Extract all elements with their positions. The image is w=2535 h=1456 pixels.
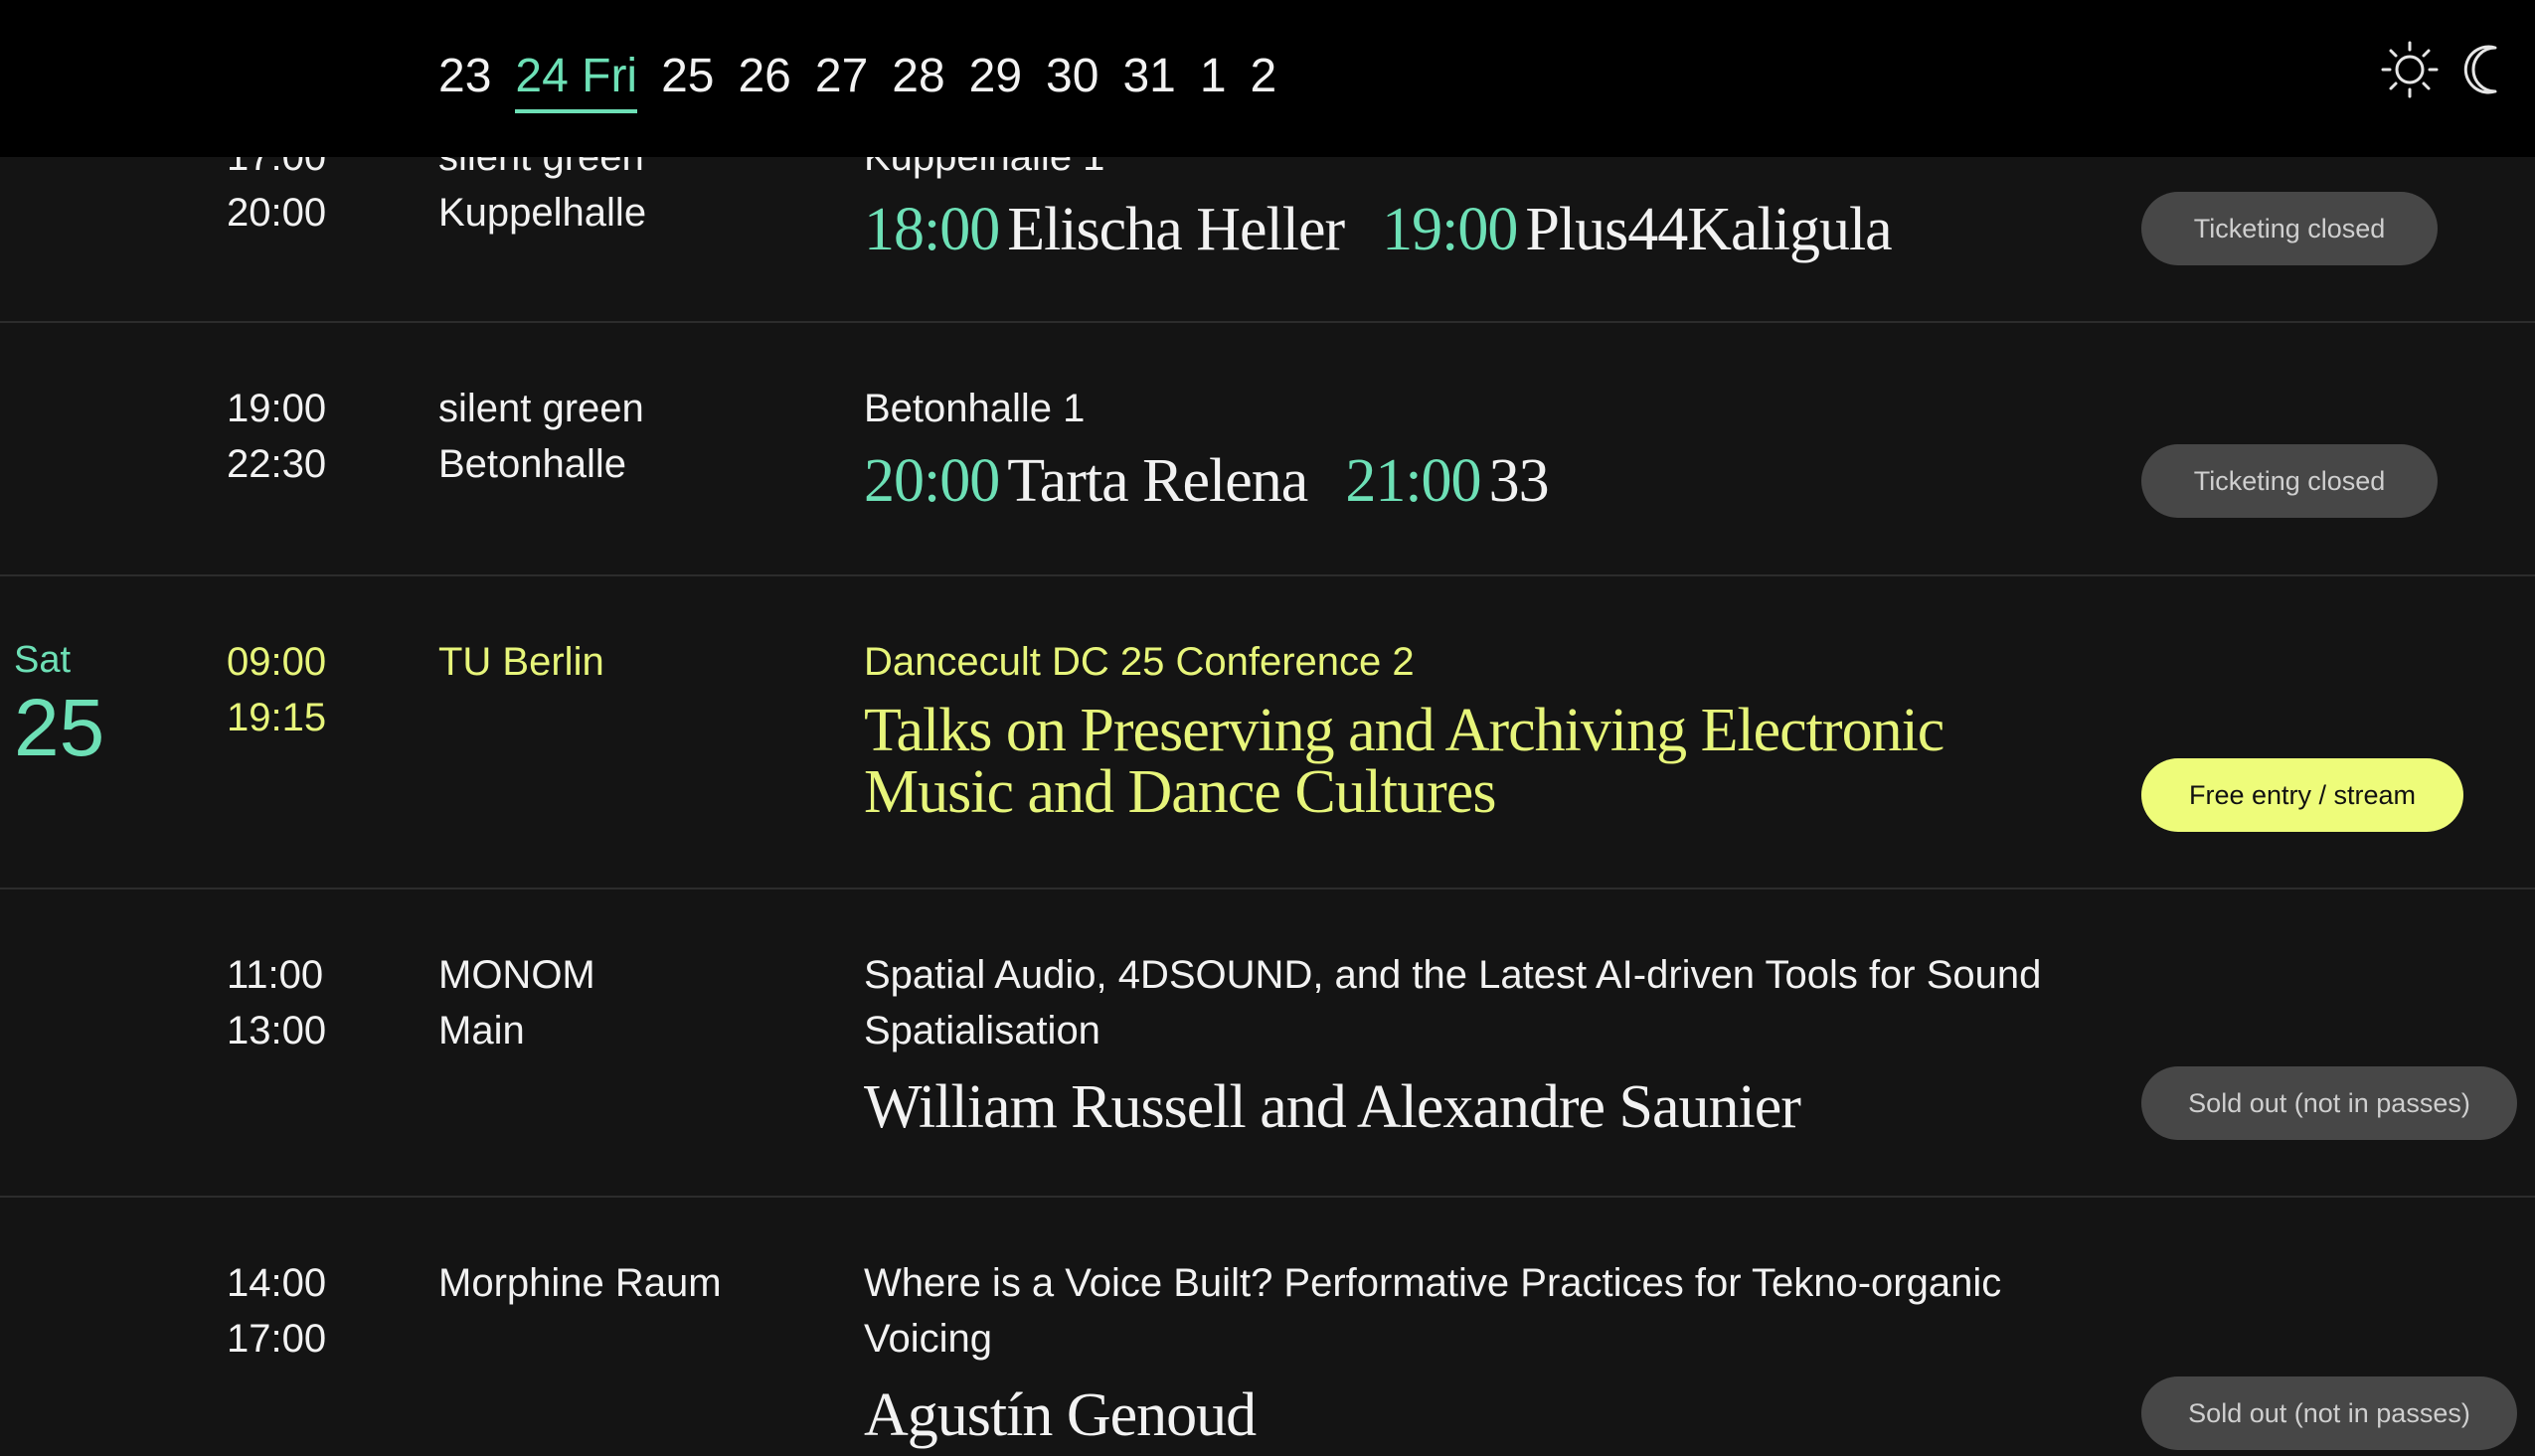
act-name: Tarta Relena — [1007, 447, 1308, 515]
event-subtitle: Spatial Audio, 4DSOUND, and the Latest A… — [864, 953, 2042, 1052]
act[interactable]: 21:00 33 — [1345, 446, 1550, 516]
event-details: Spatial Audio, 4DSOUND, and the Latest A… — [864, 947, 2087, 1138]
venue-room: Betonhalle — [438, 442, 627, 486]
venue-name: MONOM — [438, 953, 595, 997]
venue-name: silent green — [438, 387, 644, 430]
status-badge[interactable]: Ticketing closed — [2141, 444, 2438, 518]
day-marker: Sat 25 — [14, 636, 104, 773]
venue-room: Kuppelhalle — [438, 191, 647, 235]
act[interactable]: 18:00 Elischa Heller — [864, 195, 1345, 264]
status-badge[interactable]: Sold out (not in passes) — [2141, 1376, 2517, 1450]
event-title[interactable]: Agustín Genoud — [864, 1384, 2087, 1446]
date-30[interactable]: 30 — [1046, 46, 1098, 107]
end-time: 13:00 — [227, 1009, 327, 1052]
event-subtitle: Dancecult DC 25 Conference 2 — [864, 640, 1415, 684]
moon-icon — [2463, 45, 2497, 94]
event-time: 11:00 13:00 — [227, 947, 326, 1058]
event-time: 09:00 19:15 — [227, 634, 326, 745]
event-row[interactable]: Sat 25 09:00 19:15 TU Berlin Dancecult D… — [0, 576, 2535, 890]
date-1[interactable]: 1 — [1200, 46, 1227, 107]
event-subtitle: Where is a Voice Built? Performative Pra… — [864, 1261, 2002, 1361]
start-time: 19:00 — [227, 387, 327, 430]
status-badge[interactable]: Free entry / stream — [2141, 758, 2463, 832]
event-venue: Morphine Raum — [438, 1255, 816, 1311]
dark-mode-button[interactable] — [2457, 38, 2521, 101]
date-navigation-bar: 23 24 Fri 25 26 27 28 29 30 31 1 2 — [0, 0, 2535, 157]
end-time: 20:00 — [227, 191, 327, 235]
light-mode-button[interactable] — [2378, 38, 2442, 101]
event-details: Betonhalle 1 20:00 Tarta Relena 21:00 33 — [864, 381, 2087, 516]
venue-name: TU Berlin — [438, 640, 604, 684]
event-details: Where is a Voice Built? Performative Pra… — [864, 1255, 2087, 1446]
act-time: 18:00 — [864, 196, 1000, 263]
venue-room: Main — [438, 1009, 525, 1052]
event-venue: MONOM Main — [438, 947, 816, 1058]
date-25[interactable]: 25 — [661, 46, 714, 107]
act[interactable]: 19:00 Plus44Kaligula — [1382, 195, 1893, 264]
status-badge[interactable]: Ticketing closed — [2141, 192, 2438, 265]
date-23[interactable]: 23 — [438, 46, 491, 107]
event-subtitle: Betonhalle 1 — [864, 387, 1086, 430]
start-time: 09:00 — [227, 640, 327, 684]
date-24-selected[interactable]: 24 Fri — [515, 46, 638, 113]
sun-icon — [2381, 41, 2439, 98]
event-title[interactable]: William Russell and Alexandre Saunier — [864, 1076, 2087, 1138]
event-venue: silent green Betonhalle — [438, 381, 816, 492]
status-badge[interactable]: Sold out (not in passes) — [2141, 1066, 2517, 1140]
event-time: 19:00 22:30 — [227, 381, 326, 492]
act-name: Elischa Heller — [1007, 196, 1345, 263]
day-number: 25 — [14, 683, 105, 773]
act-name: 33 — [1488, 447, 1550, 515]
date-28[interactable]: 28 — [892, 46, 944, 107]
event-time: 14:00 17:00 — [227, 1255, 326, 1367]
start-time: 11:00 — [227, 953, 324, 997]
act-time: 19:00 — [1382, 196, 1518, 263]
date-27[interactable]: 27 — [815, 46, 868, 107]
act-time: 20:00 — [864, 447, 1000, 515]
date-list: 23 24 Fri 25 26 27 28 29 30 31 1 2 — [438, 46, 1300, 117]
event-title[interactable]: Talks on Preserving and Archiving Electr… — [864, 700, 2087, 823]
date-29[interactable]: 29 — [969, 46, 1022, 107]
act[interactable]: 20:00 Tarta Relena — [864, 446, 1308, 516]
end-time: 22:30 — [227, 442, 327, 486]
date-2[interactable]: 2 — [1251, 46, 1277, 107]
event-venue: TU Berlin — [438, 634, 816, 690]
act-list: 18:00 Elischa Heller 19:00 Plus44Kaligul… — [864, 195, 2087, 264]
event-row[interactable]: 14:00 17:00 Morphine Raum Where is a Voi… — [0, 1198, 2535, 1456]
act-time: 21:00 — [1345, 447, 1481, 515]
venue-name: Morphine Raum — [438, 1261, 722, 1305]
event-details: Dancecult DC 25 Conference 2 Talks on Pr… — [864, 634, 2087, 823]
event-row[interactable]: 11:00 13:00 MONOM Main Spatial Audio, 4D… — [0, 890, 2535, 1198]
act-list: 20:00 Tarta Relena 21:00 33 — [864, 446, 2087, 516]
day-name: Sat — [14, 639, 72, 681]
end-time: 17:00 — [227, 1317, 327, 1361]
end-time: 19:15 — [227, 696, 327, 739]
date-26[interactable]: 26 — [738, 46, 790, 107]
date-31[interactable]: 31 — [1122, 46, 1175, 107]
act-name: Plus44Kaligula — [1525, 196, 1892, 263]
event-row[interactable]: 19:00 22:30 silent green Betonhalle Beto… — [0, 323, 2535, 576]
start-time: 14:00 — [227, 1261, 327, 1305]
